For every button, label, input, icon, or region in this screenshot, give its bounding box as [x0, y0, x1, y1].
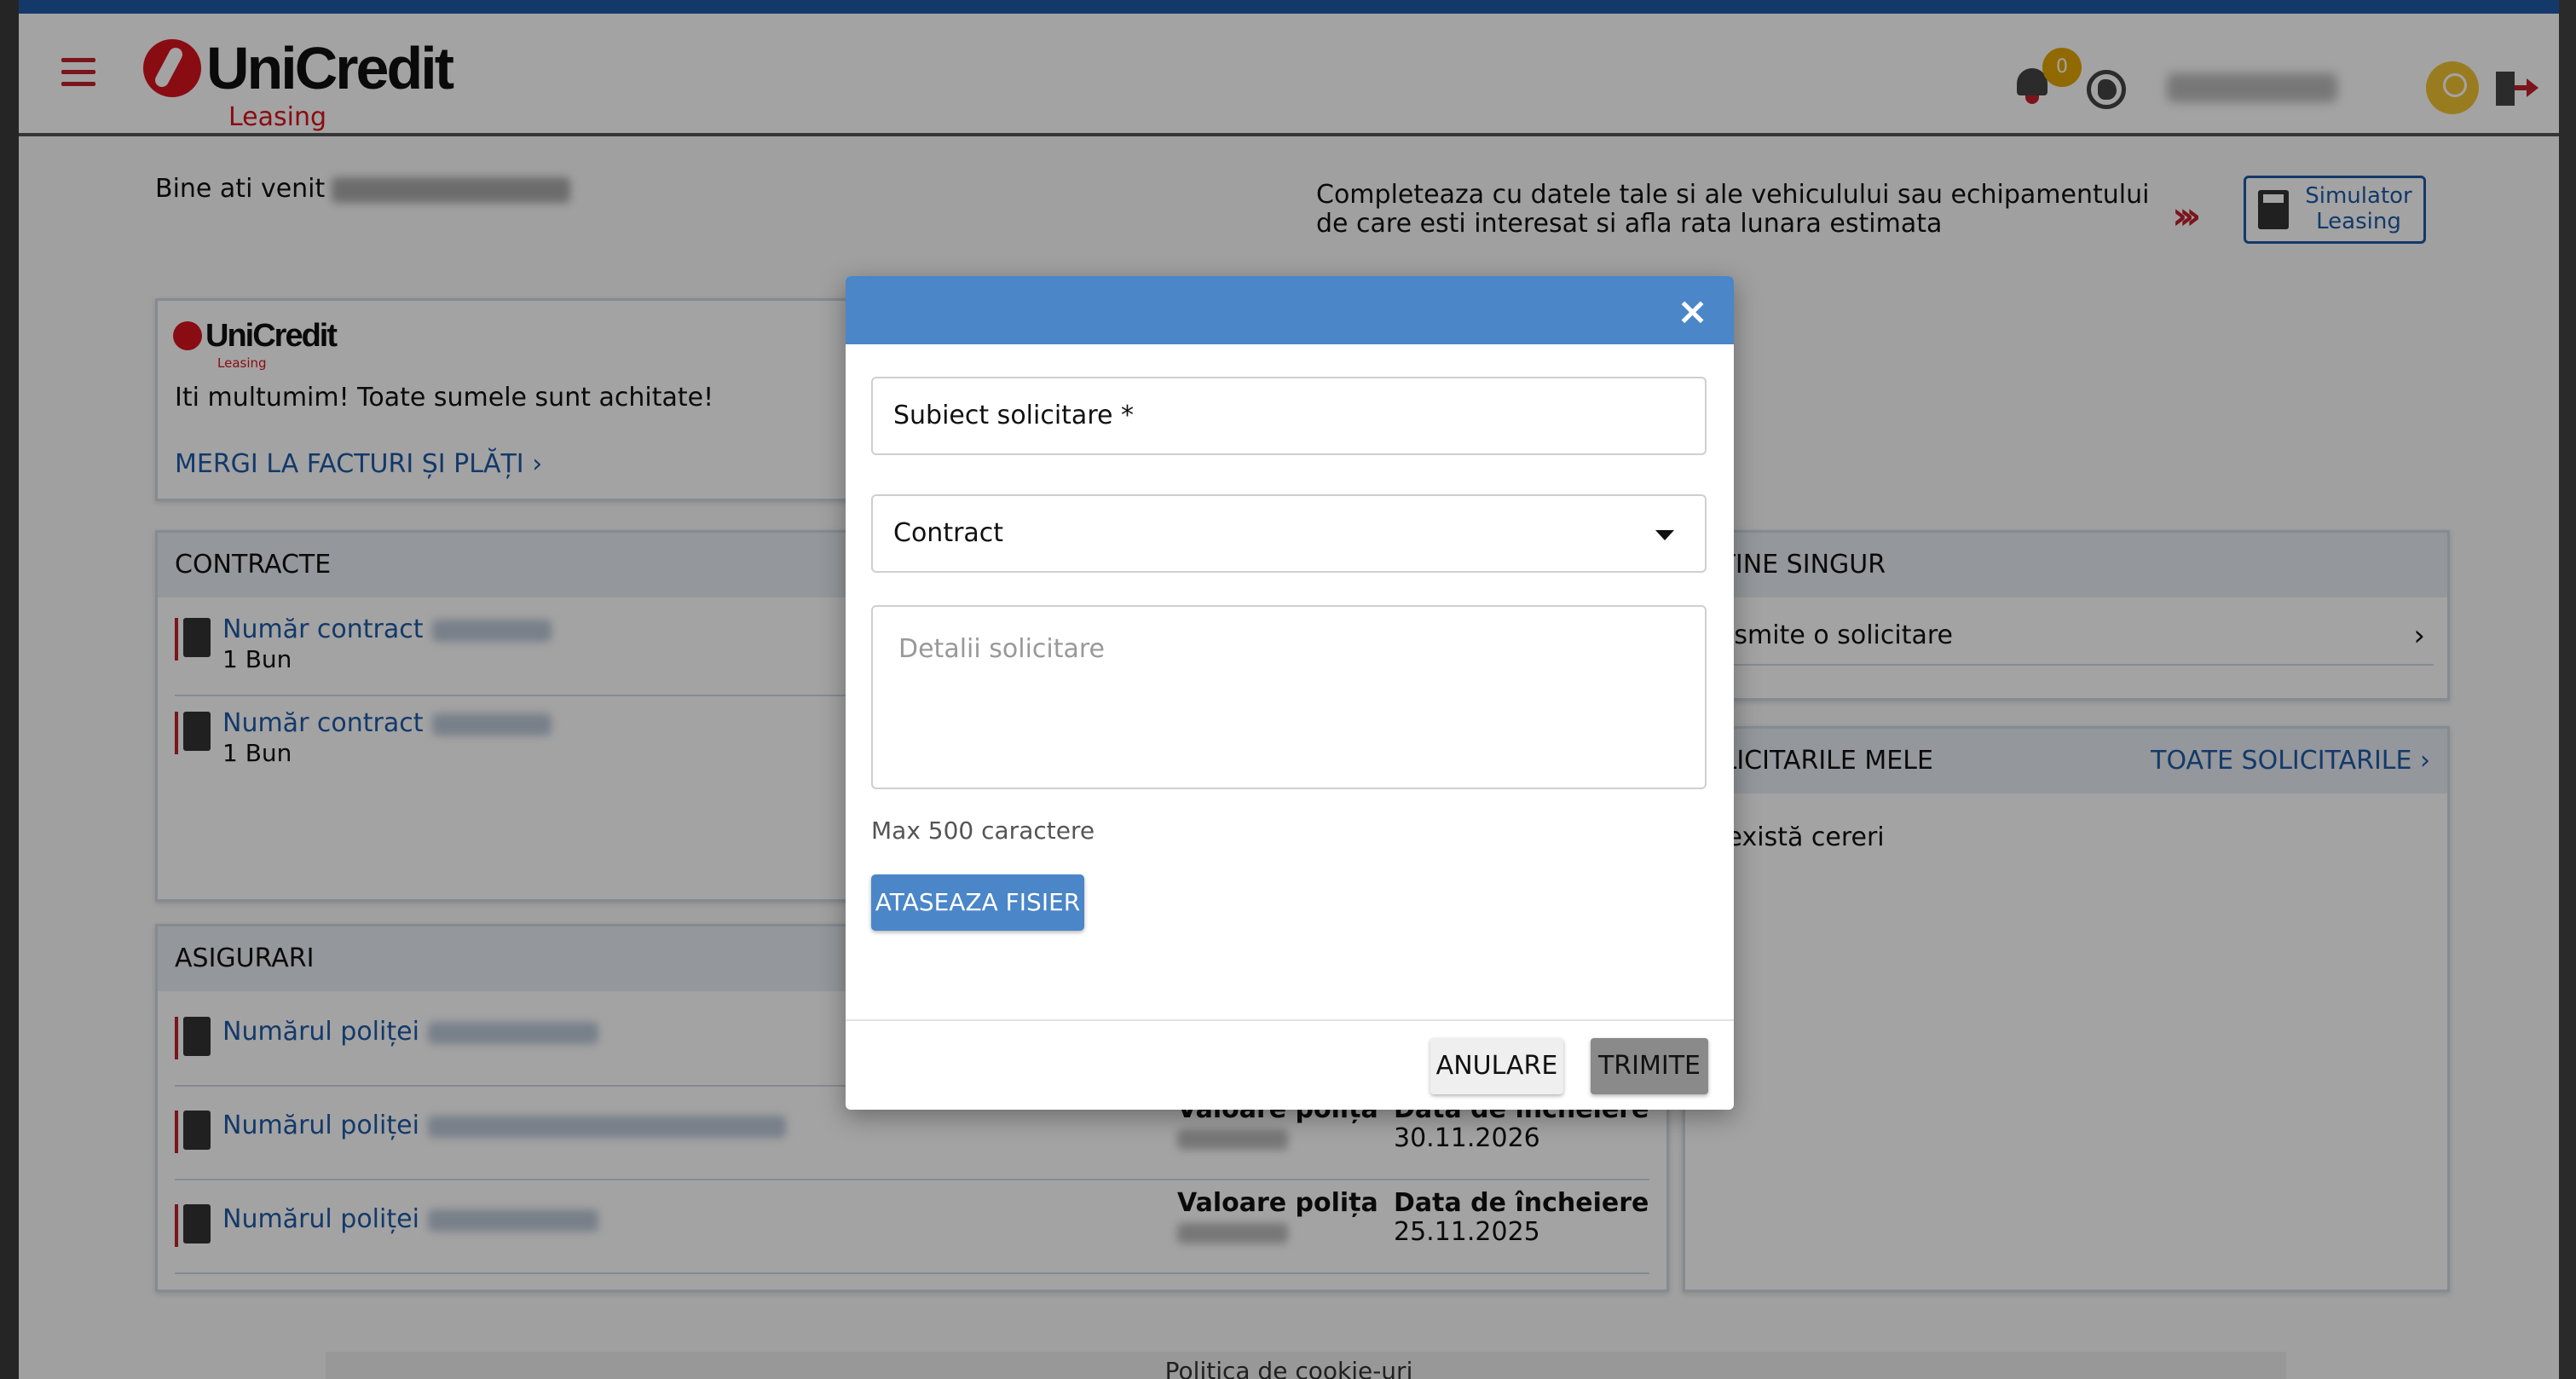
modal-header: × [846, 276, 1734, 344]
attach-file-button[interactable]: ATASEAZA FISIER [871, 874, 1084, 931]
subject-field[interactable]: Subiect solicitare * [871, 377, 1707, 455]
chevron-down-icon [1655, 530, 1674, 540]
modal-divider [846, 1019, 1734, 1021]
contract-select[interactable]: Contract [871, 494, 1707, 573]
contract-select-value: Contract [893, 518, 1004, 548]
send-button[interactable]: TRIMITE [1591, 1038, 1708, 1094]
request-modal: × Subiect solicitare * Contract Detalii … [846, 276, 1734, 1110]
close-icon[interactable]: × [1677, 290, 1708, 333]
window-edge [2559, 0, 2576, 1379]
details-textarea[interactable]: Detalii solicitare [871, 605, 1707, 789]
cancel-button[interactable]: ANULARE [1430, 1038, 1563, 1094]
character-limit-hint: Max 500 caractere [871, 816, 1095, 845]
